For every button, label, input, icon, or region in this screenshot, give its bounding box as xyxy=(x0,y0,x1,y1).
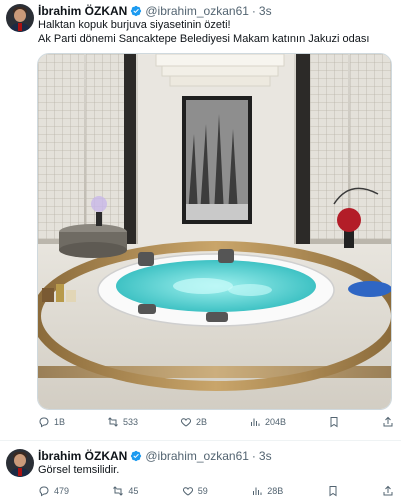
views-icon xyxy=(253,487,262,495)
timestamp[interactable]: 3s xyxy=(259,449,272,463)
tweet-actions: 1B 533 2B 204B xyxy=(38,416,394,428)
reply-count: 479 xyxy=(54,486,70,496)
tweet-text: Görsel temsilidir. xyxy=(38,464,120,476)
author-handle[interactable]: @ibrahim_ozkan61 xyxy=(145,4,249,18)
separator: · xyxy=(251,4,256,18)
avatar[interactable] xyxy=(6,449,34,477)
separator: · xyxy=(251,449,256,463)
tweet-text-line-1: Halktan kopuk burjuva siyasetinin özeti! xyxy=(38,19,231,31)
reply-icon xyxy=(39,417,49,428)
retweet-icon xyxy=(113,486,124,496)
reply-button[interactable]: 1B xyxy=(38,416,65,428)
retweet-button[interactable]: 533 xyxy=(107,416,138,428)
retweet-count: 533 xyxy=(122,417,139,427)
tweet-actions: 479 45 59 28B xyxy=(38,485,394,497)
like-icon xyxy=(182,487,193,496)
views-button[interactable]: 204B xyxy=(249,416,286,428)
reply-button[interactable]: 479 xyxy=(38,485,69,497)
author-handle[interactable]: @ibrahim_ozkan61 xyxy=(145,449,249,463)
reply-count: 1B xyxy=(54,417,66,427)
like-count: 2B xyxy=(195,417,207,427)
bookmark-button[interactable] xyxy=(328,416,340,428)
share-icon xyxy=(383,416,393,427)
like-button[interactable]: 59 xyxy=(182,485,208,497)
bookmark-button[interactable] xyxy=(327,485,339,497)
retweet-button[interactable]: 45 xyxy=(112,485,138,497)
views-button[interactable]: 28B xyxy=(251,485,283,497)
tweet-header: İbrahim ÖZKAN @ibrahim_ozkan61 · 3s xyxy=(38,4,272,18)
timestamp[interactable]: 3s xyxy=(259,4,272,18)
retweet-icon xyxy=(108,417,118,427)
tweet-text-line-2: Ak Parti dönemi Sancaktepe Belediyesi Ma… xyxy=(38,33,370,45)
share-button[interactable] xyxy=(382,416,394,428)
bookmark-icon xyxy=(330,417,338,428)
like-count: 59 xyxy=(197,486,208,496)
avatar[interactable] xyxy=(6,4,34,32)
tweet-1[interactable]: İbrahim ÖZKAN @ibrahim_ozkan61 · 3s Halk… xyxy=(0,0,401,440)
author-name[interactable]: İbrahim ÖZKAN xyxy=(38,449,127,463)
tweet-2[interactable]: İbrahim ÖZKAN @ibrahim_ozkan61 · 3s Görs… xyxy=(0,440,401,500)
views-count: 204B xyxy=(264,417,286,427)
tweet-image[interactable] xyxy=(37,53,392,410)
author-name[interactable]: İbrahim ÖZKAN xyxy=(38,4,127,18)
share-icon xyxy=(383,485,393,496)
reply-icon xyxy=(39,486,49,497)
tweet-header: İbrahim ÖZKAN @ibrahim_ozkan61 · 3s xyxy=(38,449,272,463)
like-button[interactable]: 2B xyxy=(180,416,207,428)
retweet-count: 45 xyxy=(128,486,139,496)
verified-badge-icon xyxy=(131,5,142,17)
jacuzzi-room-image xyxy=(38,54,391,409)
views-icon xyxy=(250,418,260,426)
bookmark-icon xyxy=(329,486,337,497)
share-button[interactable] xyxy=(382,485,394,497)
views-count: 28B xyxy=(267,486,284,496)
like-icon xyxy=(180,418,191,427)
verified-badge-icon xyxy=(131,450,142,462)
